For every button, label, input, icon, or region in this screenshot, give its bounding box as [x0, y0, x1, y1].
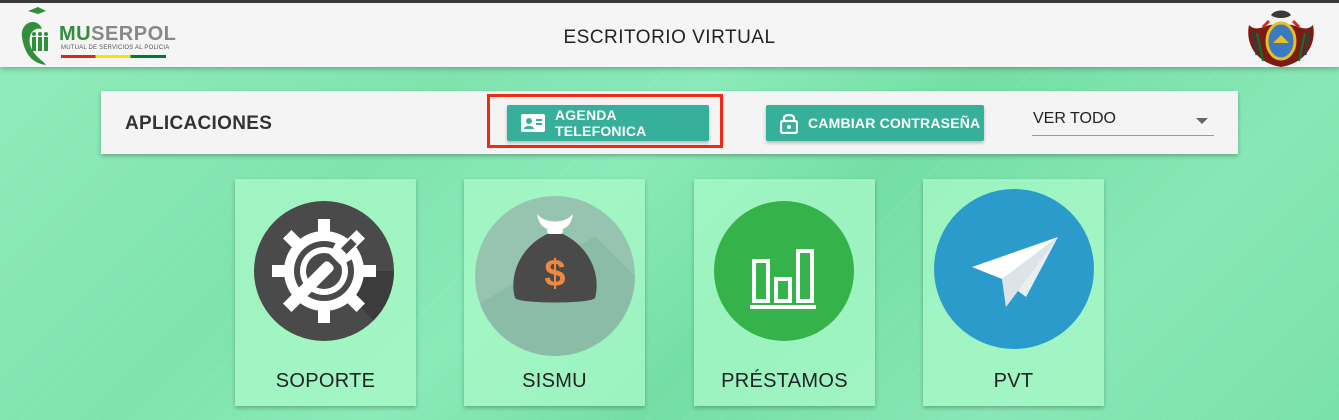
pvt-icon-circle [934, 189, 1094, 349]
paper-plane-icon [972, 237, 1058, 307]
soporte-icon-circle [254, 201, 394, 341]
app-label-prestamos: PRÉSTAMOS [721, 370, 848, 392]
agenda-telefonica-button[interactable]: AGENDA TELEFONICA [507, 105, 709, 141]
cambiar-contrasena-label: CAMBIAR CONTRASEÑA [808, 115, 981, 131]
coat-of-arms-icon [1248, 10, 1314, 67]
applications-title: APLICACIONES [125, 113, 273, 134]
chevron-down-icon [1196, 118, 1208, 124]
filter-select[interactable]: VER TODO [1032, 105, 1214, 136]
contact-card-icon [521, 114, 545, 132]
bar-chart-icon [750, 249, 816, 309]
app-label-soporte: SOPORTE [275, 370, 376, 392]
applications-toolbar: APLICACIONES AGENDA TELEFONICA CAMBIAR C… [101, 91, 1238, 154]
app-card-pvt[interactable]: PVT [923, 179, 1104, 406]
sismu-icon-circle: $ [475, 196, 635, 356]
money-bag-icon: $ [475, 214, 635, 356]
app-label-pvt: PVT [993, 370, 1034, 392]
top-bar: MUSERPOL MUTUAL DE SERVICIOS AL POLICIA … [0, 0, 1339, 67]
agenda-telefonica-label: AGENDA TELEFONICA [555, 107, 647, 139]
app-card-sismu[interactable]: $ SISMU [464, 179, 645, 406]
page-title: ESCRITORIO VIRTUAL [563, 27, 776, 48]
lock-icon [780, 112, 798, 134]
app-card-soporte[interactable]: SOPORTE [235, 179, 416, 406]
svg-text:$: $ [544, 253, 565, 295]
filter-select-value: VER TODO [1033, 110, 1116, 127]
flag-stripe [61, 55, 166, 58]
app-label-sismu: SISMU [522, 370, 587, 392]
gear-wrench-icon [272, 219, 394, 341]
cambiar-contrasena-button[interactable]: CAMBIAR CONTRASEÑA [766, 105, 984, 141]
app-card-prestamos[interactable]: PRÉSTAMOS [694, 179, 875, 406]
prestamos-icon-circle [714, 201, 854, 341]
